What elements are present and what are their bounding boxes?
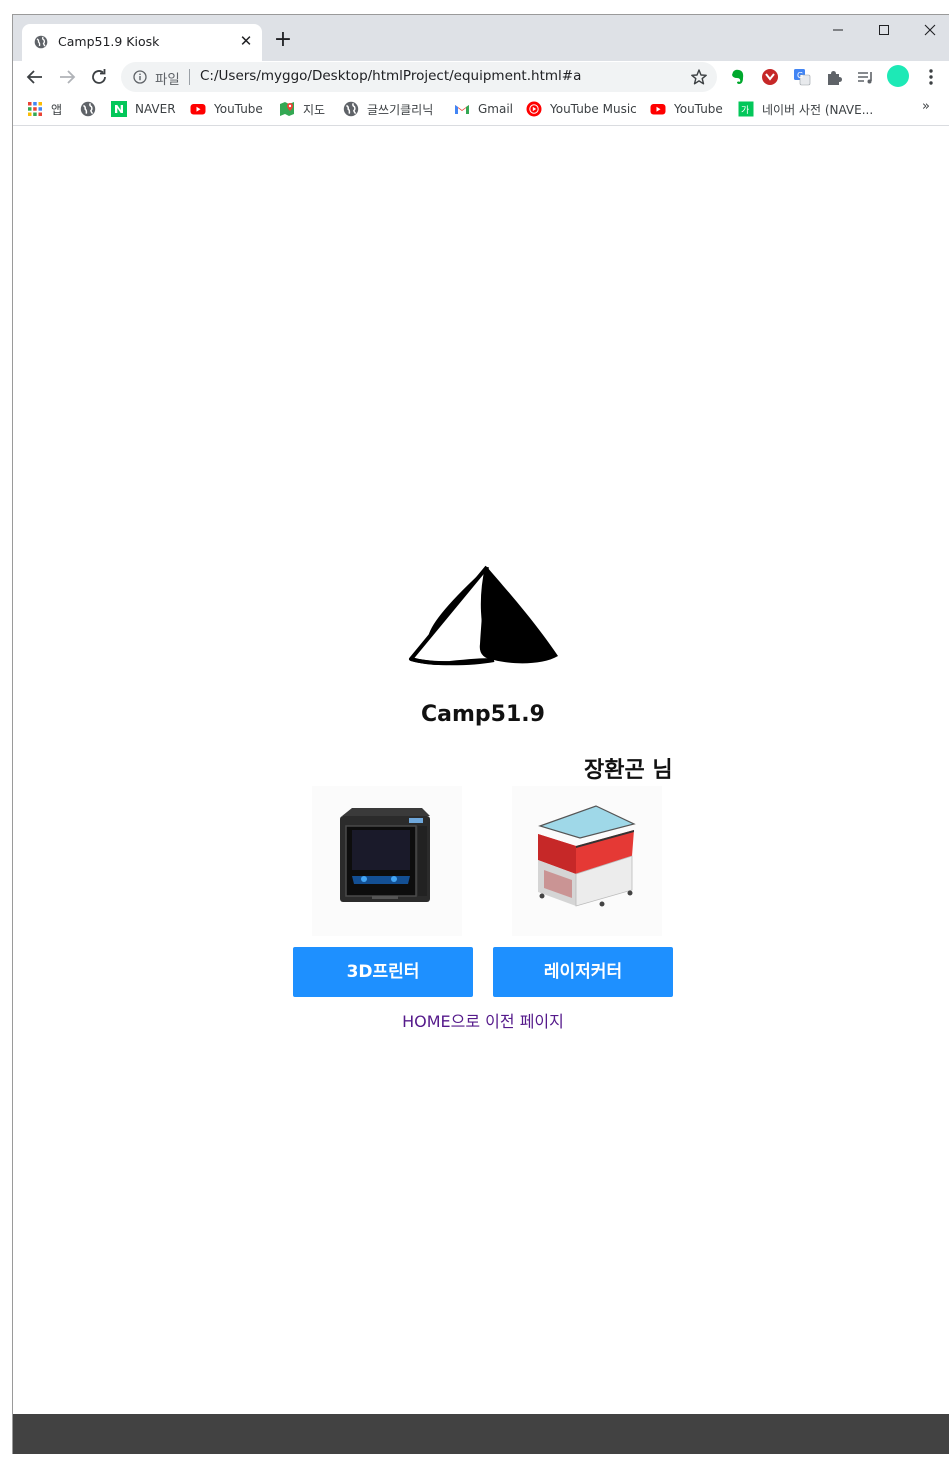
laser-cutter-button[interactable]: 레이저커터 bbox=[493, 947, 673, 997]
bookmark-gmail[interactable]: Gmail bbox=[454, 100, 513, 118]
back-arrow-icon[interactable] bbox=[21, 63, 49, 91]
url-scheme-label: 파일 bbox=[155, 72, 180, 88]
bookmark-writing-clinic[interactable]: 글쓰기클리닉 bbox=[343, 100, 433, 118]
address-bar[interactable]: 파일 C:/Users/myggo/Desktop/htmlProject/eq… bbox=[121, 62, 717, 92]
bookmark-youtube[interactable]: YouTube bbox=[190, 100, 263, 118]
bookmark-globe[interactable] bbox=[80, 100, 104, 118]
bookmark-label: 글쓰기클리닉 bbox=[367, 102, 434, 117]
bookmark-label: 지도 bbox=[303, 102, 326, 117]
svg-text:G: G bbox=[797, 71, 803, 80]
window-close-icon[interactable] bbox=[907, 15, 949, 45]
gmail-icon bbox=[455, 105, 469, 114]
naver-icon bbox=[111, 101, 127, 117]
more-options-icon[interactable] bbox=[923, 66, 939, 88]
naver-dictionary-icon: 가 bbox=[738, 101, 754, 117]
bookmark-youtube-2[interactable]: YouTube bbox=[650, 100, 723, 118]
globe-icon bbox=[80, 101, 96, 117]
extensions-puzzle-icon[interactable] bbox=[823, 66, 845, 88]
bookmarks-bar: 앱 NAVER YouTube 지도 글쓰기클리닉 Gmail YouTube … bbox=[13, 93, 949, 126]
youtube-icon bbox=[190, 104, 206, 115]
bookmark-label: YouTube bbox=[214, 102, 263, 116]
bookmark-label: YouTube bbox=[674, 102, 723, 116]
camp-logo-icon bbox=[409, 565, 558, 666]
browser-toolbar: 파일 C:/Users/myggo/Desktop/htmlProject/eq… bbox=[13, 61, 949, 93]
bookmark-apps[interactable]: 앱 bbox=[27, 100, 62, 118]
3d-printer-button[interactable]: 3D프린터 bbox=[293, 947, 473, 997]
forward-arrow-icon[interactable] bbox=[53, 63, 81, 91]
bookmark-maps[interactable]: 지도 bbox=[279, 100, 325, 118]
url-text[interactable]: C:/Users/myggo/Desktop/htmlProject/equip… bbox=[200, 68, 581, 84]
footer-bar bbox=[13, 1414, 949, 1454]
evernote-icon[interactable] bbox=[727, 66, 749, 88]
tab-close-icon[interactable]: ✕ bbox=[235, 30, 257, 52]
svg-text:가: 가 bbox=[741, 105, 749, 116]
home-back-link[interactable]: HOME으로 이전 페이지 bbox=[13, 1008, 949, 1032]
google-translate-icon[interactable]: G bbox=[791, 66, 813, 88]
reload-icon[interactable] bbox=[85, 63, 113, 91]
minimize-icon[interactable] bbox=[815, 15, 861, 45]
maximize-icon[interactable] bbox=[861, 15, 907, 45]
bookmarks-overflow-icon[interactable]: » bbox=[922, 99, 930, 114]
bookmark-naver[interactable]: NAVER bbox=[111, 100, 176, 118]
maps-icon bbox=[280, 102, 294, 116]
youtube-icon bbox=[650, 104, 666, 115]
tab-strip: Camp51.9 Kiosk ✕ + bbox=[13, 15, 949, 61]
bookmark-label: YouTube Music bbox=[550, 102, 637, 116]
bookmark-label: 앱 bbox=[51, 102, 63, 117]
url-separator bbox=[189, 69, 190, 85]
bookmark-star-icon[interactable] bbox=[689, 67, 709, 87]
bookmark-label: 네이버 사전 (NAVE... bbox=[762, 102, 874, 117]
user-greeting: 장환곤 님 bbox=[584, 758, 673, 783]
bookmark-youtube-music[interactable]: YouTube Music bbox=[526, 100, 637, 118]
browser-window: Camp51.9 Kiosk ✕ + 파일 C:/Users/myggo/Des… bbox=[12, 14, 949, 1454]
page-content: Camp51.9 장환곤 님 3D프린터 레이저커터 HOME으로 이전 페이지 bbox=[13, 126, 949, 1454]
apps-grid-icon bbox=[28, 102, 42, 116]
bookmark-naver-dictionary[interactable]: 가 네이버 사전 (NAVE... bbox=[738, 100, 873, 118]
bookmark-label: Gmail bbox=[478, 102, 514, 116]
info-icon[interactable] bbox=[133, 70, 147, 84]
new-tab-button[interactable]: + bbox=[269, 28, 297, 54]
brand-name: Camp51.9 bbox=[421, 702, 545, 727]
tab-camp-kiosk[interactable]: Camp51.9 Kiosk ✕ bbox=[22, 24, 262, 61]
extension-red-icon[interactable] bbox=[759, 66, 781, 88]
tab-title: Camp51.9 Kiosk bbox=[58, 34, 160, 49]
media-queue-icon[interactable] bbox=[855, 66, 877, 88]
youtube-music-icon bbox=[526, 101, 542, 117]
globe-icon bbox=[34, 35, 48, 49]
3d-printer-image bbox=[312, 786, 462, 936]
laser-cutter-image bbox=[512, 786, 662, 936]
globe-icon bbox=[343, 101, 359, 117]
bookmark-label: NAVER bbox=[135, 102, 176, 116]
profile-avatar[interactable] bbox=[887, 65, 909, 87]
